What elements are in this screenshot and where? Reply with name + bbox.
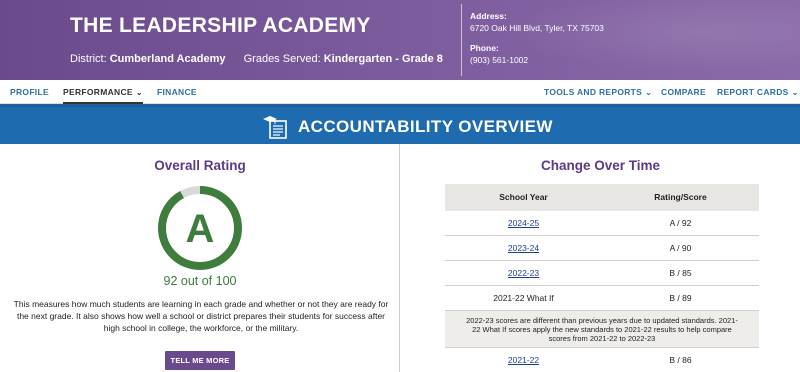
phone-label: Phone: [470, 43, 499, 53]
rating-cell: B / 89 [669, 293, 692, 303]
rating-cell: B / 86 [669, 355, 692, 365]
score-text: 92 out of 100 [163, 274, 237, 288]
nav-tools-and-reports[interactable]: TOOLS AND REPORTS ⌄ [544, 80, 652, 104]
rating-cell: A / 90 [669, 243, 692, 253]
address-value: 6720 Oak Hill Blvd, Tyler, TX 75703 [470, 23, 604, 33]
school-name: THE LEADERSHIP ACADEMY [70, 14, 371, 37]
banner-inner: ACCOUNTABILITY OVERVIEW [262, 113, 553, 141]
grades-value: Kindergarten - Grade 8 [323, 53, 443, 65]
nav-compare[interactable]: COMPARE [661, 80, 706, 104]
grades-label: Grades Served: [243, 53, 321, 65]
table-row: 2021-22 B / 86 [445, 348, 759, 372]
column-header-rating-score: Rating/Score [654, 192, 707, 202]
nav-finance[interactable]: FINANCE [157, 80, 197, 104]
overall-rating-title: Overall Rating [154, 158, 246, 173]
table-row: 2021-22 What If B / 89 [445, 286, 759, 311]
school-header: THE LEADERSHIP ACADEMY District: Cumberl… [0, 0, 800, 80]
table-row: 2022-23 B / 85 [445, 261, 759, 286]
nav-performance-label: PERFORMANCE [63, 87, 133, 97]
graduation-cap-document-icon [263, 116, 287, 139]
standards-note: 2022-23 scores are different than previo… [445, 311, 759, 348]
nav-report-cards[interactable]: REPORT CARDS ⌄ [717, 80, 799, 104]
change-table: School Year Rating/Score 2024-25 A / 92 … [445, 184, 759, 372]
year-link[interactable]: 2022-23 [508, 268, 539, 278]
rating-gauge: A [158, 186, 242, 270]
table-row: 2023-24 A / 90 [445, 236, 759, 261]
district-label: District: [70, 53, 107, 65]
phone-value: (903) 561-1002 [470, 55, 529, 65]
rating-description: This measures how much students are lear… [13, 299, 389, 333]
table-row: 2024-25 A / 92 [445, 211, 759, 236]
rating-cell: B / 85 [669, 268, 692, 278]
nav-profile[interactable]: PROFILE [10, 80, 49, 104]
phone-block: Phone: (903) 561-1002 [470, 42, 528, 66]
district-grades-line: District: Cumberland Academy Grades Serv… [70, 53, 443, 65]
tell-me-more-button[interactable]: TELL ME MORE [165, 351, 235, 370]
chevron-down-icon: ⌄ [135, 88, 143, 97]
accountability-banner: ACCOUNTABILITY OVERVIEW [0, 104, 800, 144]
year-link[interactable]: 2024-25 [508, 218, 539, 228]
rating-cell: A / 92 [669, 218, 692, 228]
chevron-down-icon: ⌄ [645, 88, 653, 97]
banner-title: ACCOUNTABILITY OVERVIEW [298, 117, 553, 136]
column-header-school-year: School Year [499, 192, 548, 202]
nav-tools-label: TOOLS AND REPORTS [544, 87, 643, 97]
header-divider [461, 4, 462, 76]
table-header: School Year Rating/Score [445, 184, 759, 211]
nav-report-cards-label: REPORT CARDS [717, 87, 789, 97]
year-link[interactable]: 2023-24 [508, 243, 539, 253]
main-nav: PROFILE PERFORMANCE ⌄ FINANCE TOOLS AND R… [0, 80, 800, 104]
year-cell: 2021-22 What If [493, 293, 554, 303]
overall-rating-panel: Overall Rating A 92 out of 100 This meas… [0, 144, 400, 372]
gauge-grade: A [186, 207, 215, 251]
address-block: Address: 6720 Oak Hill Blvd, Tyler, TX 7… [470, 10, 604, 34]
year-link[interactable]: 2021-22 [508, 355, 539, 365]
chevron-down-icon: ⌄ [791, 88, 799, 97]
address-label: Address: [470, 11, 507, 21]
change-over-time-title: Change Over Time [540, 158, 661, 173]
nav-performance[interactable]: PERFORMANCE ⌄ [63, 80, 143, 104]
change-over-time-panel: Change Over Time School Year Rating/Scor… [401, 144, 800, 372]
district-value: Cumberland Academy [109, 53, 226, 65]
